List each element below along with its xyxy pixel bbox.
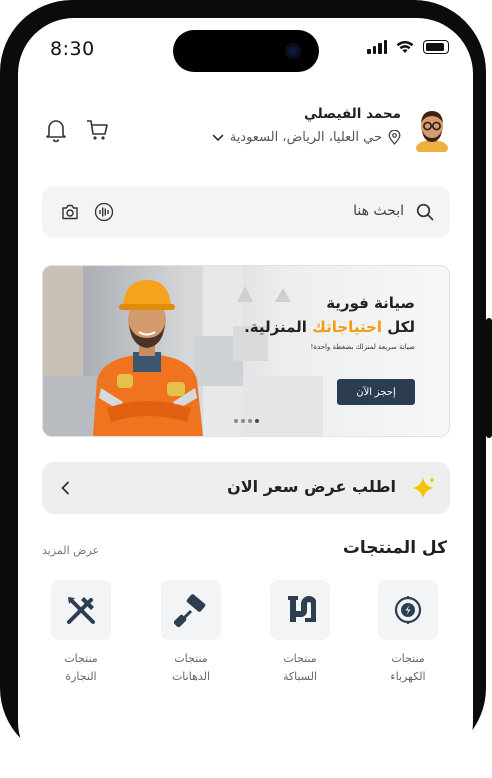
camera-search-icon[interactable] bbox=[60, 202, 80, 222]
app-screen: 8:30 محمد الفيصلي حي العليا، الرياض، الس… bbox=[18, 18, 473, 778]
category-carpentry[interactable]: منتجات النجارة bbox=[45, 580, 117, 686]
technician-image bbox=[93, 280, 203, 436]
side-button bbox=[0, 350, 4, 425]
category-tile bbox=[378, 580, 438, 640]
request-quote-label: اطلب عرض سعر الان bbox=[227, 477, 396, 496]
category-paints[interactable]: منتجات الدهانات bbox=[155, 580, 227, 686]
see-more-link[interactable]: عرض المزيد bbox=[42, 544, 99, 557]
phone-frame: 8:30 محمد الفيصلي حي العليا، الرياض، الس… bbox=[0, 0, 486, 778]
banner-highlight: احتياجاتك bbox=[312, 318, 383, 336]
status-icons bbox=[367, 40, 449, 54]
sparkle-icon bbox=[412, 477, 435, 499]
battery-icon bbox=[423, 40, 449, 54]
banner-title: صيانة فورية bbox=[326, 294, 415, 312]
chevron-down-icon bbox=[212, 134, 224, 141]
category-label: منتجات السباكة bbox=[282, 652, 318, 683]
promo-banner[interactable]: صيانة فورية لكل احتياجاتك المنزلية. صيان… bbox=[42, 265, 450, 437]
category-plumbing[interactable]: منتجات السباكة bbox=[264, 580, 336, 686]
side-button bbox=[486, 318, 492, 438]
bell-icon[interactable] bbox=[42, 116, 70, 144]
camera-icon bbox=[285, 43, 301, 59]
search-bar[interactable]: ابحث هنا bbox=[42, 186, 450, 238]
wifi-icon bbox=[396, 40, 414, 53]
category-tile bbox=[161, 580, 221, 640]
chevron-left-icon bbox=[61, 481, 69, 495]
carpentry-tools-icon bbox=[67, 597, 95, 624]
search-icon bbox=[416, 203, 434, 221]
search-input[interactable]: ابحث هنا bbox=[353, 203, 404, 219]
side-button bbox=[0, 185, 4, 225]
location-selector[interactable]: حي العليا، الرياض، السعودية bbox=[212, 130, 401, 145]
category-label: منتجات الدهانات bbox=[171, 652, 211, 683]
request-quote-card[interactable]: اطلب عرض سعر الان bbox=[42, 462, 450, 514]
voice-search-icon[interactable] bbox=[94, 202, 114, 222]
category-tile bbox=[270, 580, 330, 640]
electricity-icon bbox=[394, 596, 422, 624]
section-title: كل المنتجات bbox=[342, 538, 447, 558]
app-header: محمد الفيصلي حي العليا، الرياض، السعودية bbox=[18, 102, 473, 162]
signal-icon bbox=[367, 40, 387, 54]
book-now-button[interactable]: إحجز الآن bbox=[337, 379, 415, 405]
side-button bbox=[0, 256, 4, 331]
location-text: حي العليا، الرياض، السعودية bbox=[229, 130, 382, 145]
category-label: منتجات الكهرباء bbox=[390, 652, 426, 683]
banner-subtitle: صيانة سريعة لمنزلك بضغطة واحدة! bbox=[310, 343, 415, 351]
cart-icon[interactable] bbox=[84, 116, 112, 144]
category-electricity[interactable]: منتجات الكهرباء bbox=[372, 580, 444, 686]
banner-title-line2: لكل احتياجاتك المنزلية. bbox=[244, 318, 415, 336]
carousel-indicator[interactable] bbox=[234, 419, 259, 423]
category-label: منتجات النجارة bbox=[64, 652, 98, 683]
plumbing-icon bbox=[288, 596, 316, 622]
avatar[interactable] bbox=[413, 108, 451, 152]
user-name: محمد الفيصلي bbox=[303, 106, 401, 122]
dynamic-island bbox=[173, 30, 319, 72]
paint-roller-icon bbox=[174, 594, 206, 627]
location-pin-icon bbox=[388, 130, 401, 145]
category-tile bbox=[51, 580, 111, 640]
status-time: 8:30 bbox=[50, 38, 95, 60]
